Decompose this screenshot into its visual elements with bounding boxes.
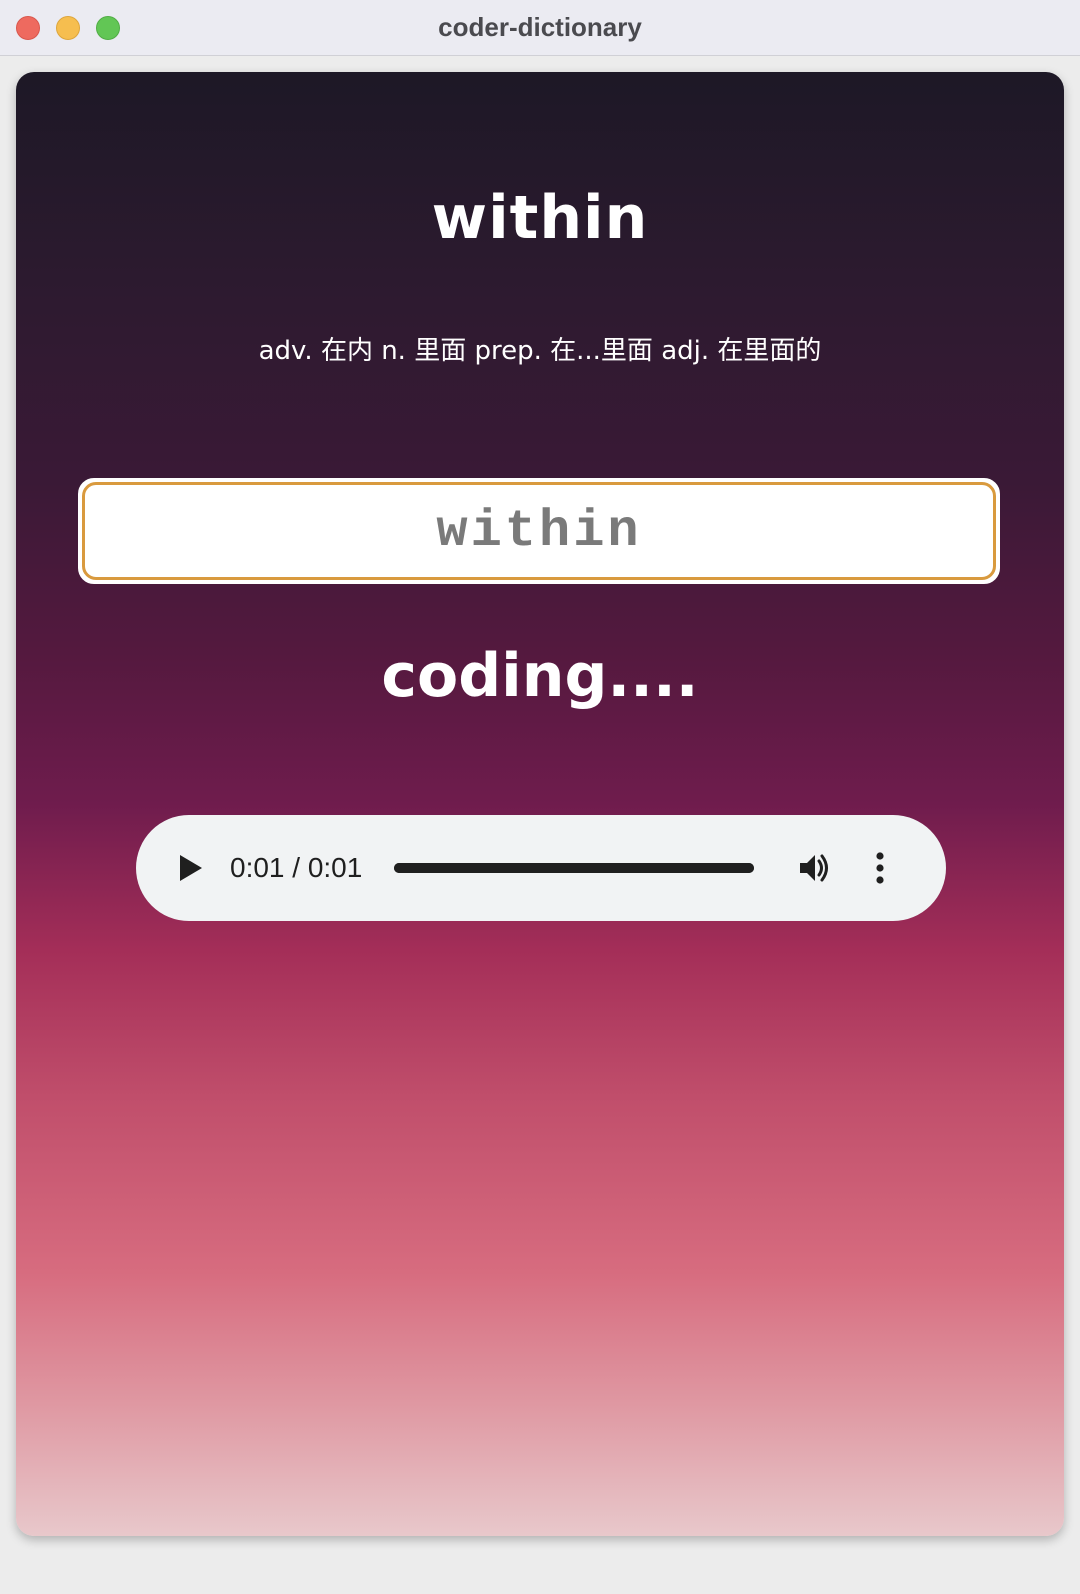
word-translation: adv. 在内 n. 里面 prep. 在...里面 adj. 在里面的: [258, 336, 822, 366]
status-text: coding....: [381, 641, 699, 711]
audio-progress-fill: [394, 863, 754, 873]
audio-player: 0:01 / 0:01: [136, 815, 946, 921]
audio-progress-bar[interactable]: [394, 863, 754, 873]
word-heading: within: [431, 183, 649, 253]
play-icon[interactable]: [174, 853, 204, 883]
app-window: coder-dictionary within adv. 在内 n. 里面 pr…: [0, 0, 1080, 1594]
word-input[interactable]: [82, 482, 996, 580]
window-title: coder-dictionary: [438, 12, 642, 42]
audio-time-display: 0:01 / 0:01: [230, 852, 363, 883]
word-input-container: [78, 478, 1000, 584]
main-panel: within adv. 在内 n. 里面 prep. 在...里面 adj. 在…: [16, 72, 1064, 1536]
more-vertical-icon[interactable]: [874, 851, 886, 885]
volume-icon[interactable]: [798, 851, 832, 885]
title-bar[interactable]: coder-dictionary: [0, 0, 1080, 56]
